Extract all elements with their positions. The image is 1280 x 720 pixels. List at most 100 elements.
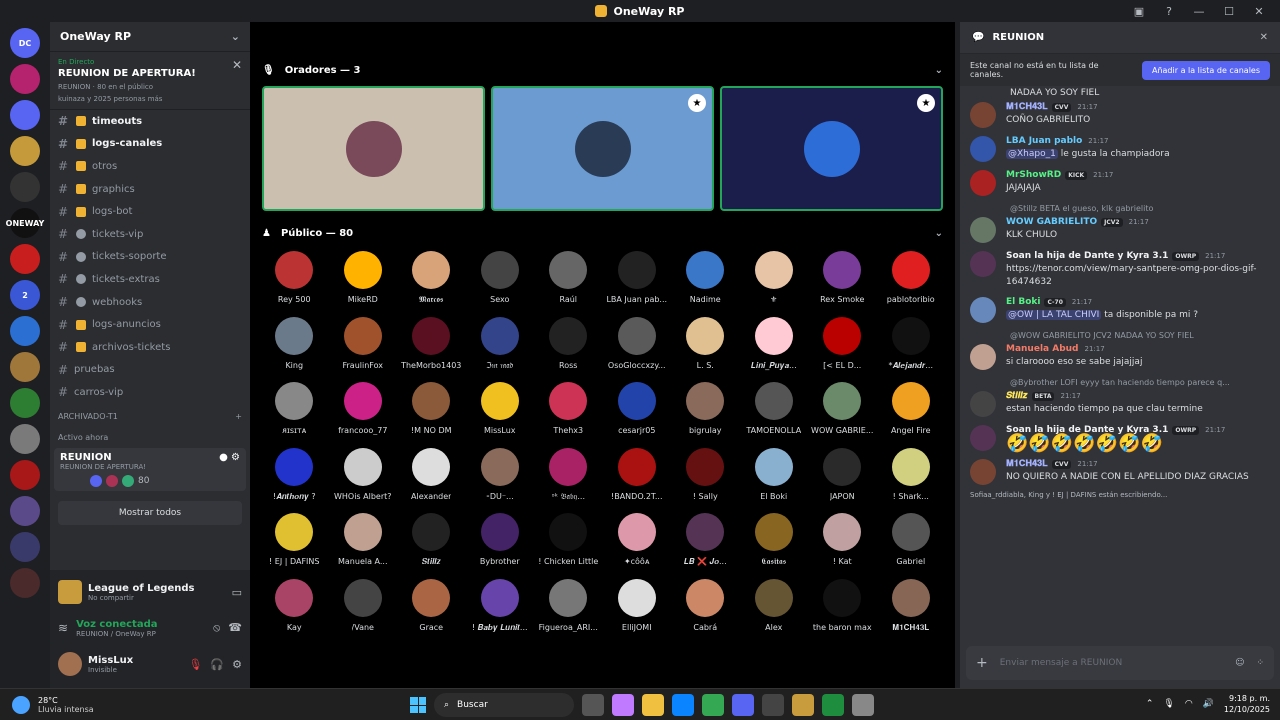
audience-member[interactable]: [< EL D... bbox=[808, 311, 877, 377]
show-all-button[interactable]: Mostrar todos bbox=[58, 500, 242, 525]
message-author[interactable]: El Boki bbox=[1006, 297, 1040, 307]
audience-member[interactable]: 𝕮𝖆𝖘𝖎𝖙𝖆𝖘 bbox=[740, 507, 809, 573]
emoji-icon[interactable]: ☺ bbox=[1235, 658, 1244, 668]
server-icon[interactable]: DC bbox=[10, 28, 40, 58]
avatar[interactable] bbox=[970, 251, 996, 277]
audience-member[interactable]: ⁃DU⁻... bbox=[466, 442, 535, 508]
server-icon[interactable]: 2 bbox=[10, 280, 40, 310]
speaker-tile[interactable]: ★ bbox=[491, 86, 714, 211]
taskbar-app-icon[interactable] bbox=[582, 694, 604, 716]
audience-member[interactable]: Gabriel bbox=[877, 507, 946, 573]
stream-icon[interactable]: ▭ bbox=[232, 586, 242, 599]
audience-member[interactable]: pablotoribio bbox=[877, 245, 946, 311]
channel-item[interactable]: # archivos-tickets bbox=[50, 336, 250, 359]
maximize-button[interactable]: ☐ bbox=[1216, 2, 1242, 20]
audience-member[interactable]: King bbox=[260, 311, 329, 377]
channel-item[interactable]: # logs-canales bbox=[50, 133, 250, 156]
audience-member[interactable]: Raúl bbox=[534, 245, 603, 311]
close-icon[interactable]: ✕ bbox=[1260, 32, 1268, 43]
taskbar-app-icon[interactable] bbox=[672, 694, 694, 716]
message-author[interactable]: LBA Juan pablo bbox=[1006, 136, 1082, 146]
category-archived[interactable]: ARCHIVADO-T1 + bbox=[50, 404, 250, 425]
audience-member[interactable]: El Boki bbox=[740, 442, 809, 508]
help-icon[interactable]: ? bbox=[1156, 2, 1182, 20]
avatar[interactable] bbox=[58, 652, 82, 676]
avatar[interactable] bbox=[970, 297, 996, 323]
channel-item[interactable]: # logs-anuncios bbox=[50, 313, 250, 336]
add-channel-icon[interactable]: + bbox=[235, 412, 242, 421]
avatar[interactable] bbox=[970, 136, 996, 162]
audience-member[interactable]: Rex Smoke bbox=[808, 245, 877, 311]
audience-member[interactable]: cesarjr05 bbox=[603, 376, 672, 442]
audience-member[interactable]: Alexander bbox=[397, 442, 466, 508]
audience-member[interactable]: MissLux bbox=[466, 376, 535, 442]
close-icon[interactable]: ✕ bbox=[232, 58, 242, 72]
channel-item[interactable]: # graphics bbox=[50, 178, 250, 201]
audience-member[interactable]: ! Chicken Little bbox=[534, 507, 603, 573]
audience-member[interactable]: Figueroa_ARI... bbox=[534, 573, 603, 639]
audience-member[interactable]: ! 𝑩𝒂𝒃𝒚 𝑳𝒖𝒏𝒊𝒕... bbox=[466, 573, 535, 639]
settings-gear-icon[interactable]: ⚙ bbox=[232, 658, 242, 671]
channel-item[interactable]: # carros-vip bbox=[50, 381, 250, 404]
server-icon[interactable] bbox=[10, 136, 40, 166]
taskbar-search[interactable]: ⌕ Buscar bbox=[434, 693, 574, 717]
volume-icon[interactable]: 🔊 bbox=[1203, 699, 1214, 709]
taskbar-app-icon[interactable] bbox=[732, 694, 754, 716]
audience-member[interactable]: Angel Fire bbox=[877, 376, 946, 442]
audience-member[interactable]: ᴙɪsɪᴛᴀ bbox=[260, 376, 329, 442]
audience-member[interactable]: ! Kat bbox=[808, 507, 877, 573]
server-header[interactable]: OneWay RP ⌄ bbox=[50, 22, 250, 52]
channel-item[interactable]: # tickets-soporte bbox=[50, 246, 250, 269]
audience-member[interactable]: ⚜ bbox=[740, 245, 809, 311]
server-icon[interactable] bbox=[10, 64, 40, 94]
audience-member[interactable]: 𝕸𝖆𝖗𝖈𝖔𝖘 bbox=[397, 245, 466, 311]
message-author[interactable]: Soan la hija de Dante y Kyra 3.1 bbox=[1006, 251, 1168, 261]
close-window-button[interactable]: ✕ bbox=[1246, 2, 1272, 20]
apps-icon[interactable]: ⁘ bbox=[1256, 658, 1264, 668]
audience-member[interactable]: Rey 500 bbox=[260, 245, 329, 311]
windows-start-icon[interactable] bbox=[410, 697, 426, 713]
headphones-icon[interactable]: 🎧 bbox=[210, 658, 224, 671]
channel-item[interactable]: # webhooks bbox=[50, 291, 250, 314]
audience-member[interactable]: OsoGloccxzy... bbox=[603, 311, 672, 377]
taskbar-app-icon[interactable] bbox=[702, 694, 724, 716]
audience-member[interactable]: 𝑳𝒊𝒏𝒊_𝑷𝒖𝒚𝒂... bbox=[740, 311, 809, 377]
audience-member[interactable]: /Vane bbox=[329, 573, 398, 639]
channel-item[interactable]: # otros bbox=[50, 155, 250, 178]
message-author[interactable]: WOW GABRIELITO bbox=[1006, 217, 1097, 227]
audience-member[interactable]: Alex bbox=[740, 573, 809, 639]
reply-preview[interactable]: @Bybrother LOFI eyyy tan haciendo tiempo… bbox=[960, 374, 1280, 387]
channel-item[interactable]: # tickets-vip bbox=[50, 223, 250, 246]
server-icon[interactable]: ONEWAY bbox=[6, 208, 44, 238]
message-input[interactable]: + Enviar mensaje a REUNION ☺ ⁘ bbox=[966, 646, 1274, 680]
add-channel-button[interactable]: Añadir a la lista de canales bbox=[1141, 60, 1270, 80]
audience-member[interactable]: !BANDO.2T... bbox=[603, 442, 672, 508]
channel-item[interactable]: # timeouts bbox=[50, 110, 250, 133]
message-author[interactable]: MrShowRD bbox=[1006, 170, 1061, 180]
taskbar-app-icon[interactable] bbox=[792, 694, 814, 716]
reply-preview[interactable]: @WOW GABRIELITO JCV2 NADAA YO SOY FIEL bbox=[960, 327, 1280, 340]
avatar[interactable] bbox=[970, 391, 996, 417]
taskbar-app-icon[interactable] bbox=[852, 694, 874, 716]
audience-member[interactable]: Grace bbox=[397, 573, 466, 639]
audience-member[interactable]: TheMorbo1403 bbox=[397, 311, 466, 377]
reply-preview[interactable]: @Stillz BETA el gueso, klk gabrielito bbox=[960, 200, 1280, 213]
avatar[interactable] bbox=[970, 425, 996, 451]
audience-member[interactable]: ! Sally bbox=[671, 442, 740, 508]
inbox-icon[interactable]: ▣ bbox=[1126, 2, 1152, 20]
audience-member[interactable]: Sexo bbox=[466, 245, 535, 311]
speaker-tile[interactable]: ★ bbox=[720, 86, 943, 211]
audience-member[interactable]: LBA Juan pab... bbox=[603, 245, 672, 311]
audience-member[interactable]: L. S. bbox=[671, 311, 740, 377]
avatar[interactable] bbox=[970, 102, 996, 128]
audience-member[interactable]: WHOis Albert? bbox=[329, 442, 398, 508]
audience-member[interactable]: ! EJ | DAFINS bbox=[260, 507, 329, 573]
avatar[interactable] bbox=[970, 344, 996, 370]
audience-member[interactable]: *𝑨𝒍𝒆𝒋𝒂𝒏𝒅𝒓... bbox=[877, 311, 946, 377]
server-icon[interactable] bbox=[10, 388, 40, 418]
audience-member[interactable]: 𝐌𝟏𝐂𝐇𝟒𝟑𝐋 bbox=[877, 573, 946, 639]
wifi-icon[interactable]: ◠ bbox=[1185, 699, 1193, 709]
audience-member[interactable]: TAMOENOLLA bbox=[740, 376, 809, 442]
server-icon[interactable] bbox=[10, 496, 40, 526]
audience-member[interactable]: ᵒᵏ 𝔅𝔞𝔟𝔶... bbox=[534, 442, 603, 508]
